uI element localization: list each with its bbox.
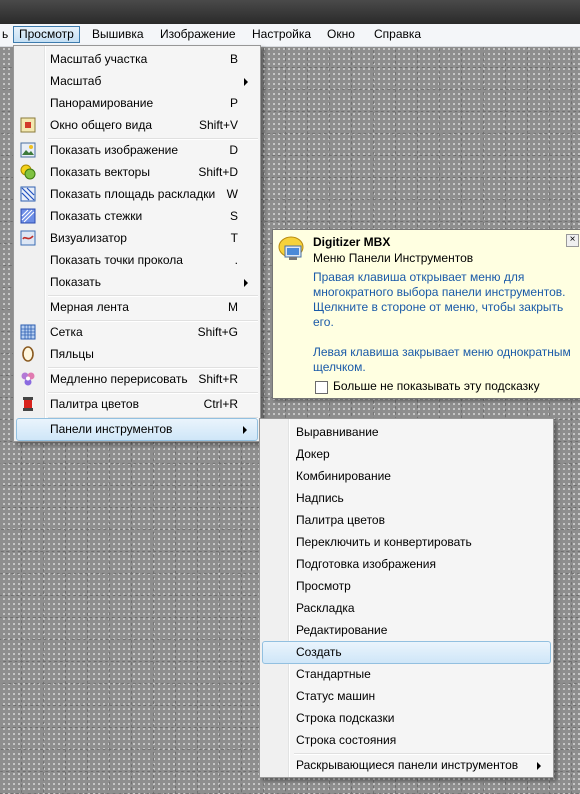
visualizer-icon [20,230,36,246]
submenu-arrow-icon [244,78,248,86]
menu-item-hoop[interactable]: Пяльцы [16,344,258,365]
toolbar-item[interactable]: Редактирование [262,620,551,641]
digitizer-app-icon [278,236,304,260]
toolbar-item-create[interactable]: Создать [262,641,551,664]
menu-item-overview-window[interactable]: Окно общего вида Shift+V [16,115,258,136]
toolbar-item[interactable]: Строка состояния [262,730,551,751]
menu-window[interactable]: Окно [323,27,359,42]
submenu-arrow-icon [244,279,248,287]
menu-view[interactable]: Просмотр [13,26,80,43]
toolbar-item[interactable]: Просмотр [262,576,551,597]
slow-redraw-icon [21,372,35,386]
title-bar [0,0,580,24]
toolbar-item[interactable]: Докер [262,444,551,465]
dont-show-again-label: Больше не показывать эту подсказку [333,379,540,393]
toolbar-item[interactable]: Палитра цветов [262,510,551,531]
stitches-icon [20,208,36,224]
toolbar-item-dropdown-toolbars[interactable]: Раскрывающиеся панели инструментов [262,755,551,776]
tooltip-text: его. [313,315,334,329]
tooltip-text: Щелкните в стороне от меню, чтобы закрыт… [313,300,564,314]
toolbar-item[interactable]: Строка подсказки [262,708,551,729]
menu-embroidery[interactable]: Вышивка [88,27,148,42]
grid-icon [20,324,36,340]
thread-spool-icon [23,397,33,411]
tooltip-text: Правая клавиша открывает меню для [313,270,525,284]
menu-item-zoom[interactable]: Масштаб [16,71,258,92]
menu-item-partial[interactable]: ь [0,27,12,42]
layout-area-icon [20,186,36,202]
menu-item-zoom-area[interactable]: Масштаб участка B [16,49,258,70]
menu-item-pan[interactable]: Панорамирование P [16,93,258,114]
menu-item-show-vectors[interactable]: Показать векторы Shift+D [16,162,258,183]
toolbars-submenu: Выравнивание Докер Комбинирование Надпис… [259,418,554,778]
toolbar-item[interactable]: Комбинирование [262,466,551,487]
menu-item-grid[interactable]: Сетка Shift+G [16,322,258,343]
picture-icon [20,142,36,158]
menu-item-show[interactable]: Показать [16,272,258,293]
tooltip-text: щелчком. [313,360,366,374]
tooltip-text: многократного выбора панели инструментов… [313,285,566,299]
submenu-arrow-icon [243,426,247,434]
menu-item-slow-redraw[interactable]: Медленно перерисовать Shift+R [16,369,258,390]
menu-item-show-image[interactable]: Показать изображение D [16,140,258,161]
toolbar-item[interactable]: Раскладка [262,598,551,619]
menu-item-color-palette[interactable]: Палитра цветов Ctrl+R [16,394,258,415]
menu-item-toolbars[interactable]: Панели инструментов [16,418,258,441]
tooltip-title: Digitizer MBX [313,235,391,249]
close-icon[interactable]: × [566,234,579,247]
toolbar-item[interactable]: Стандартные [262,664,551,685]
vectors-icon [20,164,36,180]
toolbar-item[interactable]: Подготовка изображения [262,554,551,575]
menu-item-visualizer[interactable]: Визуализатор T [16,228,258,249]
toolbar-item[interactable]: Статус машин [262,686,551,707]
tooltip-subtitle: Меню Панели Инструментов [313,251,474,265]
menu-settings[interactable]: Настройка [248,27,315,42]
hoop-icon [22,346,34,362]
menu-bar: ь Просмотр Вышивка Изображение Настройка… [0,24,580,47]
toolbar-menu-tooltip: Digitizer MBX Меню Панели Инструментов П… [272,229,580,399]
view-menu: Масштаб участка B Масштаб Панорамировани… [13,45,261,442]
menu-item-show-layout-area[interactable]: Показать площадь раскладки W [16,184,258,205]
overview-window-icon [20,117,36,133]
toolbar-item[interactable]: Переключить и конвертировать [262,532,551,553]
menu-item-measure-tape[interactable]: Мерная лента M [16,297,258,318]
toolbar-item[interactable]: Надпись [262,488,551,509]
menu-help[interactable]: Справка [370,27,425,42]
toolbar-item[interactable]: Выравнивание [262,422,551,443]
menu-image[interactable]: Изображение [156,27,240,42]
menu-item-show-stitches[interactable]: Показать стежки S [16,206,258,227]
dont-show-again-checkbox[interactable] [315,381,328,394]
submenu-arrow-icon [537,762,541,770]
menu-item-show-needle-points[interactable]: Показать точки прокола . [16,250,258,271]
tooltip-text: Левая клавиша закрывает меню однократным [313,345,571,359]
